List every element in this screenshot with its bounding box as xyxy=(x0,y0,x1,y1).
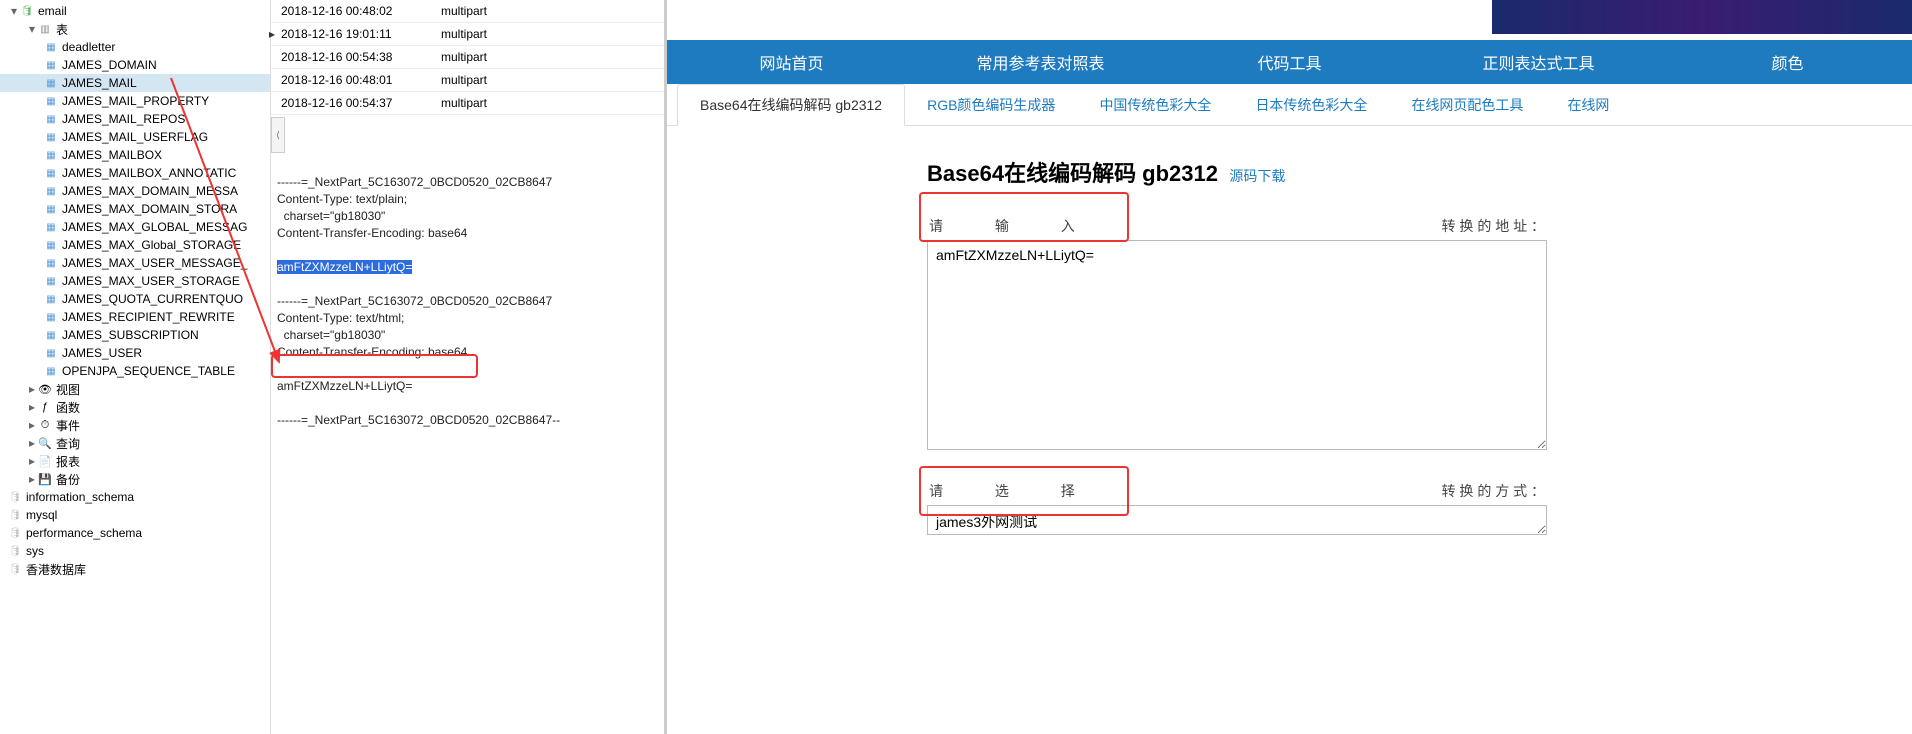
table-icon: ▦ xyxy=(44,220,58,234)
subnav-item[interactable]: 中国传统色彩大全 xyxy=(1077,84,1233,126)
table-icon: ▦ xyxy=(44,148,58,162)
nav-item[interactable]: 正则表达式工具 xyxy=(1414,40,1663,84)
table-icon: ▦ xyxy=(44,94,58,108)
collapse-handle[interactable]: ⟨ xyxy=(271,117,285,153)
db-node-email[interactable]: ▾🛢email xyxy=(0,2,270,20)
group-icon: 👁 xyxy=(38,382,52,396)
sub-nav: Base64在线编码解码 gb2312RGB颜色编码生成器中国传统色彩大全日本传… xyxy=(667,84,1912,126)
group-icon: ƒ xyxy=(38,400,52,414)
db-tree: ▾🛢email ▾▥表 ▦deadletter▦JAMES_DOMAIN▦JAM… xyxy=(0,0,270,734)
table-icon: ▦ xyxy=(44,166,58,180)
table-icon: ▦ xyxy=(44,256,58,270)
table-JAMES_MAIL_USERFLAG[interactable]: ▦JAMES_MAIL_USERFLAG xyxy=(0,128,270,146)
nav-item[interactable]: 常用参考表对照表 xyxy=(916,40,1165,84)
table-icon: ▦ xyxy=(44,292,58,306)
table-icon: ▦ xyxy=(44,310,58,324)
db-node[interactable]: 🛢information_schema xyxy=(0,488,270,506)
table-row[interactable]: 2018-12-16 00:48:01multipart xyxy=(271,69,664,92)
output-textarea[interactable] xyxy=(927,505,1547,535)
table-icon: ▦ xyxy=(44,328,58,342)
table-deadletter[interactable]: ▦deadletter xyxy=(0,38,270,56)
input-label-1: 请 输 入转 换 的 地 址 ： xyxy=(927,212,1547,240)
main-nav: 网站首页常用参考表对照表代码工具正则表达式工具颜色 xyxy=(667,40,1912,84)
db-node[interactable]: 🛢sys xyxy=(0,542,270,560)
table-JAMES_MAX_DOMAIN_MESSA[interactable]: ▦JAMES_MAX_DOMAIN_MESSA xyxy=(0,182,270,200)
table-icon: ▦ xyxy=(44,202,58,216)
tree-group[interactable]: ▸📄报表 xyxy=(0,452,270,470)
tree-group[interactable]: ▸🔍查询 xyxy=(0,434,270,452)
tables-folder[interactable]: ▾▥表 xyxy=(0,20,270,38)
table-JAMES_USER[interactable]: ▦JAMES_USER xyxy=(0,344,270,362)
ad-banner xyxy=(1492,0,1912,34)
group-icon: 💾 xyxy=(38,472,52,486)
database-icon: 🛢 xyxy=(8,508,22,522)
table-icon: ▦ xyxy=(44,40,58,54)
table-icon: ▦ xyxy=(44,346,58,360)
subnav-item[interactable]: 日本传统色彩大全 xyxy=(1233,84,1389,126)
table-JAMES_MAILBOX[interactable]: ▦JAMES_MAILBOX xyxy=(0,146,270,164)
mail-body-view[interactable]: ------=_NextPart_5C163072_0BCD0520_02CB8… xyxy=(271,155,664,448)
db-node[interactable]: 🛢香港数据库 xyxy=(0,560,270,578)
table-JAMES_MAIL[interactable]: ▦JAMES_MAIL xyxy=(0,74,270,92)
table-JAMES_MAX_USER_MESSAGE_[interactable]: ▦JAMES_MAX_USER_MESSAGE_ xyxy=(0,254,270,272)
table-icon: ▦ xyxy=(44,76,58,90)
table-icon: ▦ xyxy=(44,238,58,252)
group-icon: 📄 xyxy=(38,454,52,468)
table-icon: ▦ xyxy=(44,364,58,378)
input-textarea[interactable] xyxy=(927,240,1547,450)
table-OPENJPA_SEQUENCE_TABLE[interactable]: ▦OPENJPA_SEQUENCE_TABLE xyxy=(0,362,270,380)
db-node[interactable]: 🛢mysql xyxy=(0,506,270,524)
tree-group[interactable]: ▸💾备份 xyxy=(0,470,270,488)
database-panel: ▾🛢email ▾▥表 ▦deadletter▦JAMES_DOMAIN▦JAM… xyxy=(0,0,665,734)
table-icon: ▦ xyxy=(44,130,58,144)
highlighted-base64[interactable]: amFtZXMzzeLN+LLiytQ= xyxy=(277,260,412,274)
table-JAMES_MAX_DOMAIN_STORA[interactable]: ▦JAMES_MAX_DOMAIN_STORA xyxy=(0,200,270,218)
table-row[interactable]: 2018-12-16 00:54:38multipart xyxy=(271,46,664,69)
input-label-2: 请 选 择转 换 的 方 式 ： xyxy=(927,477,1547,505)
nav-item[interactable]: 颜色 xyxy=(1663,40,1912,84)
group-icon: ⏱ xyxy=(38,418,52,432)
table-JAMES_QUOTA_CURRENTQUO[interactable]: ▦JAMES_QUOTA_CURRENTQUO xyxy=(0,290,270,308)
table-data-area: 2018-12-16 00:48:02multipart2018-12-16 1… xyxy=(270,0,664,734)
tree-group[interactable]: ▸ƒ函数 xyxy=(0,398,270,416)
table-icon: ▦ xyxy=(44,184,58,198)
database-icon: 🛢 xyxy=(8,544,22,558)
table-icon: ▦ xyxy=(44,58,58,72)
table-icon: ▦ xyxy=(44,274,58,288)
table-row[interactable]: 2018-12-16 00:48:02multipart xyxy=(271,0,664,23)
table-JAMES_RECIPIENT_REWRITE[interactable]: ▦JAMES_RECIPIENT_REWRITE xyxy=(0,308,270,326)
db-node[interactable]: 🛢performance_schema xyxy=(0,524,270,542)
table-JAMES_MAILBOX_ANNOTATIC[interactable]: ▦JAMES_MAILBOX_ANNOTATIC xyxy=(0,164,270,182)
subnav-item[interactable]: Base64在线编码解码 gb2312 xyxy=(677,84,905,126)
table-row[interactable]: 2018-12-16 19:01:11multipart xyxy=(271,23,664,46)
nav-item[interactable]: 代码工具 xyxy=(1165,40,1414,84)
database-icon: 🛢 xyxy=(20,4,34,18)
database-icon: 🛢 xyxy=(8,490,22,504)
table-JAMES_MAX_USER_STORAGE[interactable]: ▦JAMES_MAX_USER_STORAGE xyxy=(0,272,270,290)
browser-panel: 网站首页常用参考表对照表代码工具正则表达式工具颜色 Base64在线编码解码 g… xyxy=(665,0,1912,734)
table-JAMES_MAX_GLOBAL_MESSAG[interactable]: ▦JAMES_MAX_GLOBAL_MESSAG xyxy=(0,218,270,236)
tree-group[interactable]: ▸⏱事件 xyxy=(0,416,270,434)
nav-item[interactable]: 网站首页 xyxy=(667,40,916,84)
table-JAMES_MAX_Global_STORAGE[interactable]: ▦JAMES_MAX_Global_STORAGE xyxy=(0,236,270,254)
table-JAMES_DOMAIN[interactable]: ▦JAMES_DOMAIN xyxy=(0,56,270,74)
page-content: Base64在线编码解码 gb2312 源码下载 请 输 入转 换 的 地 址 … xyxy=(667,126,1912,548)
download-link[interactable]: 源码下载 xyxy=(1229,168,1285,184)
subnav-item[interactable]: 在线网页配色工具 xyxy=(1389,84,1545,126)
subnav-item[interactable]: RGB颜色编码生成器 xyxy=(905,84,1077,126)
data-grid[interactable]: 2018-12-16 00:48:02multipart2018-12-16 1… xyxy=(271,0,664,115)
page-title: Base64在线编码解码 gb2312 xyxy=(927,161,1218,186)
table-icon: ▦ xyxy=(44,112,58,126)
group-icon: 🔍 xyxy=(38,436,52,450)
tree-group[interactable]: ▸👁视图 xyxy=(0,380,270,398)
subnav-item[interactable]: 在线网 xyxy=(1545,84,1631,126)
table-JAMES_MAIL_PROPERTY[interactable]: ▦JAMES_MAIL_PROPERTY xyxy=(0,92,270,110)
database-icon: 🛢 xyxy=(8,562,22,576)
database-icon: 🛢 xyxy=(8,526,22,540)
table-JAMES_MAIL_REPOS[interactable]: ▦JAMES_MAIL_REPOS xyxy=(0,110,270,128)
table-folder-icon: ▥ xyxy=(38,22,52,36)
table-row[interactable]: 2018-12-16 00:54:37multipart xyxy=(271,92,664,115)
table-JAMES_SUBSCRIPTION[interactable]: ▦JAMES_SUBSCRIPTION xyxy=(0,326,270,344)
